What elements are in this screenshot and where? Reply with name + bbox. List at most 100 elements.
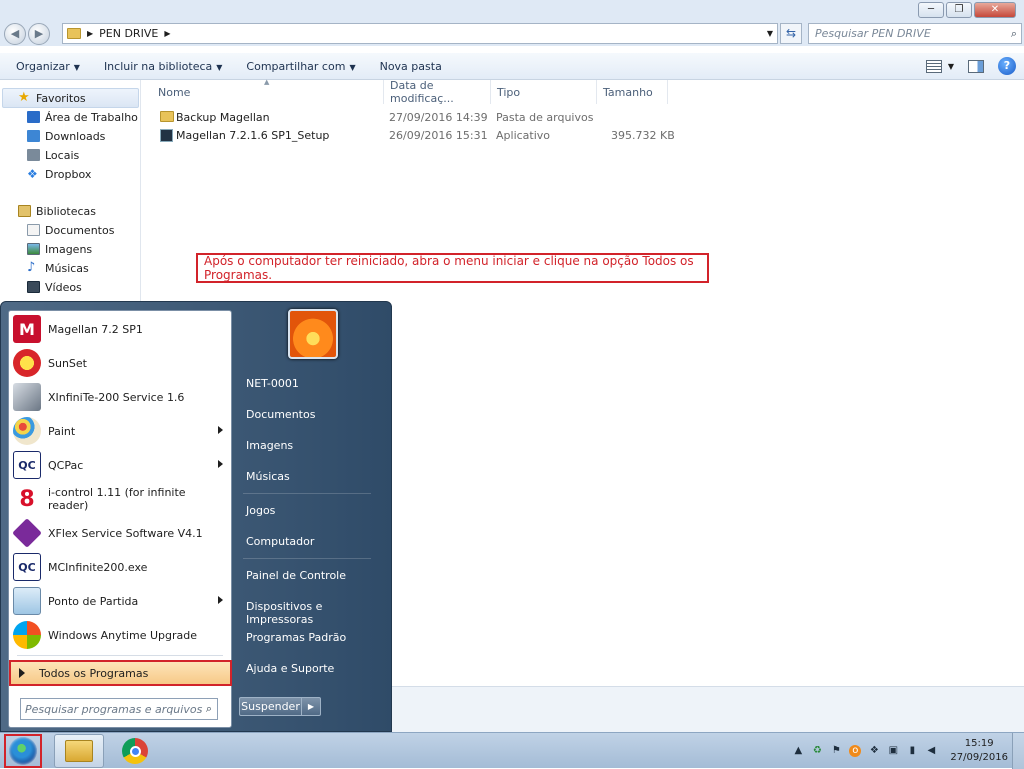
start-search-input[interactable]: Pesquisar programas e arquivos ⌕ [20, 698, 218, 720]
back-button[interactable]: ◀ [4, 23, 26, 45]
getting-started-icon [13, 587, 41, 615]
taskbar-chrome-button[interactable] [110, 734, 160, 768]
power-icon[interactable]: ▣ [887, 745, 899, 757]
link-default-programs[interactable]: Programas Padrão [246, 631, 346, 644]
program-magellan[interactable]: M Magellan 7.2 SP1 [11, 313, 229, 345]
breadcrumb-pen-drive[interactable]: PEN DRIVE [99, 27, 158, 40]
instruction-text: Após o computador ter reiniciado, abra o… [204, 254, 694, 282]
user-picture-avatar[interactable] [288, 309, 338, 359]
nav-downloads-label: Downloads [45, 129, 106, 143]
nav-downloads[interactable]: Downloads [27, 127, 105, 145]
divider [243, 558, 371, 559]
column-header-size[interactable]: Tamanho [597, 80, 668, 104]
link-control-panel[interactable]: Painel de Controle [246, 569, 346, 582]
link-images[interactable]: Imagens [246, 439, 293, 452]
nav-favorites[interactable]: ★ Favoritos [18, 89, 86, 107]
videos-icon [27, 281, 40, 293]
nav-music[interactable]: ♪ Músicas [27, 259, 89, 277]
search-input[interactable]: Pesquisar PEN DRIVE ⌕ [808, 23, 1022, 44]
link-devices-printers[interactable]: Dispositivos e Impressoras [246, 600, 391, 626]
action-center-flag-icon[interactable]: ⚑ [830, 745, 842, 757]
nav-documents-label: Documentos [45, 223, 115, 237]
column-header-date[interactable]: Data de modificaç... [384, 79, 491, 105]
organize-button[interactable]: Organizar ▼ [16, 60, 80, 73]
link-documents[interactable]: Documentos [246, 408, 315, 421]
avast-icon[interactable]: o [849, 745, 862, 757]
preview-pane-icon[interactable] [968, 59, 984, 73]
include-library-label: Incluir na biblioteca [103, 59, 213, 73]
maximize-button[interactable]: ❐ [946, 2, 972, 18]
link-user-folder[interactable]: NET-0001 [246, 377, 299, 390]
xflex-icon [12, 518, 42, 548]
link-music[interactable]: Músicas [246, 470, 290, 483]
program-sunset[interactable]: SunSet [11, 347, 229, 379]
paint-icon [13, 417, 41, 445]
link-games[interactable]: Jogos [246, 504, 275, 517]
program-getting-started[interactable]: Ponto de Partida [11, 585, 229, 617]
nav-videos[interactable]: Vídeos [27, 278, 82, 296]
program-xflex[interactable]: XFlex Service Software V4.1 [11, 517, 229, 549]
chevron-down-icon[interactable]: ▼ [948, 62, 954, 71]
nav-dropbox-label: Dropbox [45, 167, 92, 181]
network-icon[interactable]: ▮ [906, 745, 918, 757]
program-label: XFlex Service Software V4.1 [48, 526, 203, 540]
search-icon[interactable]: ⌕ [1011, 27, 1017, 41]
program-label: Ponto de Partida [48, 594, 139, 608]
shutdown-options-arrow-icon[interactable]: ▶ [302, 698, 320, 715]
share-with-button[interactable]: Compartilhar com ▼ [246, 60, 355, 73]
minimize-button[interactable]: ─ [918, 2, 944, 18]
refresh-icon[interactable]: ⇆ [780, 23, 802, 44]
program-qcpac[interactable]: QC QCPac [11, 449, 229, 481]
file-row[interactable]: Backup Magellan 27/09/2016 14:39 Pasta d… [142, 109, 1024, 127]
file-date: 27/09/2016 14:39 [389, 111, 488, 124]
address-bar[interactable]: ▶ PEN DRIVE ▶ ▼ [62, 23, 778, 44]
address-dropdown-icon[interactable]: ▼ [767, 29, 773, 38]
submenu-arrow-icon [218, 460, 223, 468]
view-options-icon[interactable] [925, 59, 942, 73]
show-desktop-button[interactable] [1012, 733, 1024, 769]
dropbox-tray-icon[interactable]: ❖ [868, 745, 880, 757]
program-label: MCInfinite200.exe [48, 560, 148, 574]
program-mcinfinite[interactable]: QC MCInfinite200.exe [11, 551, 229, 583]
nav-dropbox[interactable]: ❖ Dropbox [27, 165, 91, 183]
nav-desktop[interactable]: Área de Trabalho [27, 108, 138, 126]
start-menu-programs-panel: M Magellan 7.2 SP1 SunSet XInfiniTe-200 … [8, 310, 232, 728]
all-programs-label: Todos os Programas [39, 666, 149, 680]
column-header-type[interactable]: Tipo [491, 80, 597, 104]
nav-locations[interactable]: Locais [27, 146, 79, 164]
search-icon[interactable]: ⌕ [206, 702, 212, 716]
music-icon: ♪ [27, 260, 36, 275]
clock[interactable]: 15:19 27/09/2016 [950, 737, 1008, 765]
program-i-control[interactable]: 8 i-control 1.11 (for infinite reader) [11, 483, 229, 515]
link-help-support[interactable]: Ajuda e Suporte [246, 662, 334, 675]
close-button[interactable]: ✕ [974, 2, 1016, 18]
nav-documents[interactable]: Documentos [27, 221, 114, 239]
help-icon[interactable]: ? [998, 57, 1016, 75]
volume-icon[interactable]: ◀ [925, 745, 937, 757]
nav-images[interactable]: Imagens [27, 240, 92, 258]
submenu-arrow-icon [218, 426, 223, 434]
program-windows-anytime-upgrade[interactable]: Windows Anytime Upgrade [11, 619, 229, 651]
instruction-callout: Após o computador ter reiniciado, abra o… [196, 253, 709, 283]
start-button[interactable] [4, 734, 42, 768]
chevron-down-icon: ▼ [73, 62, 80, 72]
program-paint[interactable]: Paint [11, 415, 229, 447]
nav-libraries[interactable]: Bibliotecas [18, 202, 96, 220]
show-hidden-icons-icon[interactable]: ▲ [792, 745, 804, 757]
new-folder-button[interactable]: Nova pasta [380, 60, 442, 73]
taskbar-explorer-button[interactable] [54, 734, 104, 768]
chevron-down-icon: ▼ [216, 62, 223, 72]
all-programs-button[interactable]: Todos os Programas [9, 660, 232, 686]
link-computer[interactable]: Computador [246, 535, 314, 548]
recycle-icon[interactable]: ♻ [811, 745, 823, 757]
breadcrumb-arrow-icon: ▶ [164, 29, 171, 38]
file-type: Pasta de arquivos [496, 111, 594, 124]
file-row[interactable]: Magellan 7.2.1.6 SP1_Setup 26/09/2016 15… [142, 127, 1024, 145]
include-in-library-button[interactable]: Incluir na biblioteca ▼ [104, 60, 222, 73]
sort-ascending-icon: ▲ [264, 78, 270, 86]
program-xinfinite[interactable]: XInfiniTe-200 Service 1.6 [11, 381, 229, 413]
suspend-button[interactable]: Suspender [240, 698, 302, 715]
divider [243, 493, 371, 494]
nav-locations-label: Locais [45, 148, 80, 162]
forward-button[interactable]: ▶ [28, 23, 50, 45]
